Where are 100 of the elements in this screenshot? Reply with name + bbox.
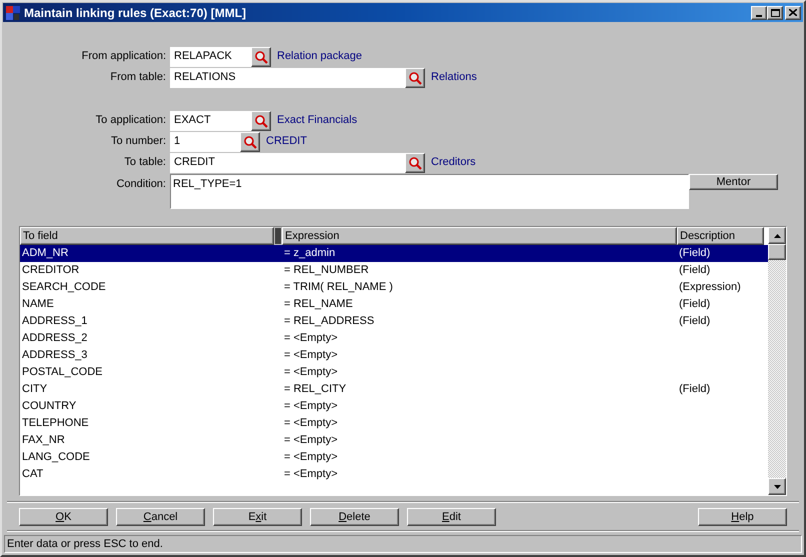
field-label: To table: — [123, 155, 167, 170]
condition-label: Condition: — [115, 177, 167, 192]
table-cell-text: = TRIM( REL_NAME ) — [284, 280, 393, 296]
table-cell-text: (Field) — [679, 246, 710, 262]
description-link[interactable]: Exact Financials — [277, 112, 358, 129]
action-button[interactable]: Exit — [213, 508, 302, 526]
scroll-thumb[interactable] — [768, 244, 786, 260]
magnifier-icon — [408, 156, 422, 170]
table-cell-text: = <Empty> — [284, 331, 338, 346]
action-button[interactable]: Edit — [407, 508, 496, 526]
minimize-button[interactable] — [751, 6, 767, 20]
field-label: From table: — [109, 70, 167, 86]
status-text: Enter data or press ESC to end. — [7, 536, 163, 552]
table-cell-text: = <Empty> — [284, 348, 338, 364]
description-link[interactable]: Creditors — [431, 154, 476, 171]
mentor-button[interactable]: Mentor — [689, 174, 778, 190]
input-field[interactable]: RELAPACK — [170, 46, 251, 66]
table-row[interactable]: ADM_NR = z_admin (Field) — [20, 245, 768, 262]
scroll-down-button[interactable] — [768, 478, 786, 495]
column-header[interactable]: Expression — [282, 227, 677, 245]
table-cell-text: (Field) — [679, 297, 710, 312]
search-button[interactable] — [405, 152, 425, 172]
search-button[interactable] — [240, 132, 260, 152]
maximize-icon — [770, 8, 780, 16]
magnifier-icon — [254, 114, 268, 128]
table-cell-text: = REL_CITY — [284, 382, 346, 398]
table-row[interactable]: CREDITOR = REL_NUMBER (Field) — [20, 262, 768, 279]
table-row[interactable]: NAME = REL_NAME (Field) — [20, 296, 768, 313]
table-cell-text: CITY — [22, 382, 48, 398]
table-cell-text: = REL_NUMBER — [284, 263, 369, 278]
description-link[interactable]: CREDIT — [266, 133, 307, 150]
table-row[interactable]: ADDRESS_1 = REL_ADDRESS (Field) — [20, 313, 768, 330]
minimize-icon — [756, 14, 762, 16]
table-cell-text: = <Empty> — [284, 450, 338, 466]
search-button[interactable] — [251, 110, 271, 130]
table-row[interactable]: LANG_CODE = <Empty> — [20, 449, 768, 466]
action-button[interactable]: Delete — [310, 508, 399, 526]
table-row[interactable]: CAT = <Empty> — [20, 466, 768, 483]
magnifier-icon — [254, 50, 268, 64]
table-cell-text: ADDRESS_3 — [22, 348, 88, 364]
table-cell-text: NAME — [22, 297, 54, 312]
table-cell-text: ADDRESS_1 — [22, 314, 88, 330]
table-row[interactable]: ADDRESS_3 = <Empty> — [20, 347, 768, 364]
table-cell-text: = z_admin — [284, 246, 336, 262]
table-cell-text: POSTAL_CODE — [22, 365, 102, 380]
table-cell-text: (Field) — [679, 263, 710, 278]
action-button[interactable]: OK — [19, 508, 108, 526]
table-cell-text: LANG_CODE — [22, 450, 90, 466]
table-row[interactable]: TELEPHONE = <Empty> — [20, 415, 768, 432]
search-button[interactable] — [405, 68, 425, 88]
window-title: Maintain linking rules (Exact:70) [MML] — [24, 4, 246, 22]
app-icon — [5, 4, 21, 20]
input-field[interactable]: CREDIT — [170, 152, 405, 172]
condition-field[interactable]: REL_TYPE=1 — [170, 174, 689, 209]
table-row[interactable]: SEARCH_CODE = TRIM( REL_NAME ) (Expression) — [20, 279, 768, 296]
table-cell-text: = REL_ADDRESS — [284, 314, 374, 330]
table-cell-text: CAT — [22, 467, 44, 482]
table-cell-text: (Field) — [679, 382, 710, 398]
table-row[interactable]: FAX_NR = <Empty> — [20, 432, 768, 449]
table-cell-text: COUNTRY — [22, 399, 76, 414]
table-cell-text: (Expression) — [679, 280, 741, 296]
up-arrow-icon — [774, 234, 780, 238]
input-field[interactable]: RELATIONS — [170, 68, 405, 88]
column-header[interactable]: Description — [677, 227, 764, 245]
field-label: To application: — [94, 113, 167, 128]
table-cell-text: = <Empty> — [284, 365, 338, 380]
description-link[interactable]: Relations — [431, 69, 477, 86]
field-label: To number: — [110, 134, 167, 150]
field-label: From application: — [80, 49, 167, 64]
column-header[interactable]: To field — [20, 227, 274, 245]
column-resizer[interactable] — [274, 227, 282, 245]
table-cell-text: ADDRESS_2 — [22, 331, 88, 346]
table-cell-text: SEARCH_CODE — [22, 280, 106, 296]
search-button[interactable] — [251, 46, 271, 66]
table-row[interactable]: CITY = REL_CITY (Field) — [20, 381, 768, 398]
input-field[interactable]: 1 — [170, 132, 240, 152]
close-icon — [789, 9, 797, 16]
table-cell-text: FAX_NR — [22, 433, 65, 448]
table-cell-text: = <Empty> — [284, 399, 338, 414]
help-button[interactable]: Help — [698, 508, 787, 526]
maximize-button[interactable] — [767, 6, 783, 20]
vertical-scrollbar[interactable] — [768, 227, 786, 495]
table-cell-text: TELEPHONE — [22, 416, 89, 432]
action-button[interactable]: Cancel — [116, 508, 205, 526]
down-arrow-icon — [774, 484, 780, 488]
table-cell-text: = <Empty> — [284, 467, 338, 482]
table-cell-text: = REL_NAME — [284, 297, 353, 312]
table-row[interactable]: ADDRESS_2 = <Empty> — [20, 330, 768, 347]
table-row[interactable]: POSTAL_CODE = <Empty> — [20, 364, 768, 381]
table-row[interactable]: COUNTRY = <Empty> — [20, 398, 768, 415]
table-cell-text: = <Empty> — [284, 416, 338, 432]
table-cell-text: ADM_NR — [22, 246, 68, 262]
magnifier-icon — [243, 134, 257, 148]
magnifier-icon — [408, 70, 422, 84]
table-cell-text: = <Empty> — [284, 433, 338, 448]
table-cell-text: CREDITOR — [22, 263, 80, 278]
input-field[interactable]: EXACT — [170, 110, 251, 130]
description-link[interactable]: Relation package — [277, 48, 362, 65]
close-button[interactable] — [785, 6, 801, 20]
scroll-up-button[interactable] — [768, 227, 786, 244]
